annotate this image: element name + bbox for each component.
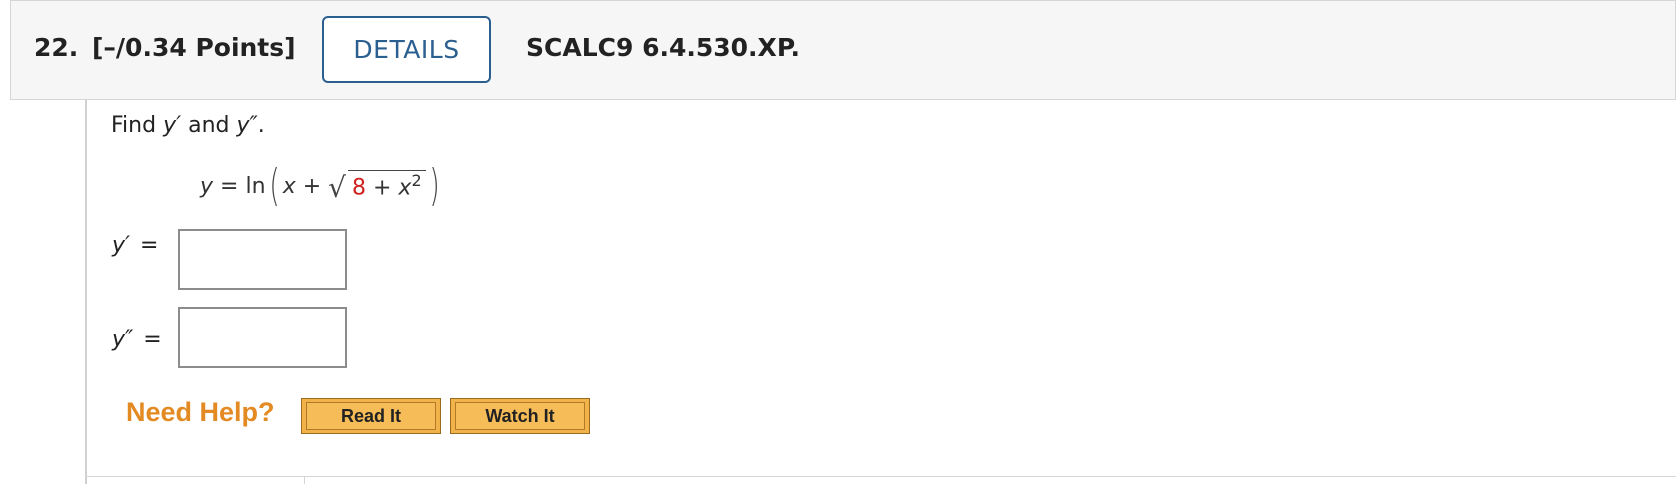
radicand-exponent: 2 [411,171,422,191]
y-double-prime-answer-input[interactable] [178,307,347,368]
answer-label-y-prime: y′ = [112,233,158,258]
answer-label-text: y″ [112,327,134,352]
details-button[interactable]: DETAILS [322,16,491,83]
radicand-constant: 8 [351,175,366,201]
prompt-period: . [257,113,265,138]
answer-label-y-double-prime: y″ = [112,327,162,352]
prompt-find: Find [111,113,157,138]
answer-label-text: y′ [112,233,131,258]
equation: y = ln ( x + √ 8 + x2 ) [200,164,443,208]
prompt-y-prime: y′ [163,113,182,138]
equation-lhs: y [200,173,214,199]
content-border-bottom [85,476,1676,477]
need-help-label: Need Help? [126,397,275,427]
watch-it-button[interactable]: Watch It [450,398,590,434]
equation-plus: + [295,173,329,199]
question-code: SCALC9 6.4.530.XP. [526,33,801,62]
equation-ln: ln [245,173,266,199]
left-paren: ( [268,160,280,211]
equation-x: x [282,173,296,199]
prompt-y-double-prime: y″ [236,113,258,138]
content-border-tick [304,476,305,484]
radical-icon: √ [328,170,346,204]
answer-equals: = [140,233,159,258]
read-it-label: Read It [306,402,436,430]
problem-prompt: Find y′ and y″. [111,113,265,138]
radicand-plus: + [365,175,399,201]
radicand: 8 + x2 [347,170,426,202]
points-label: [–/0.34 Points] [92,33,296,62]
watch-it-label: Watch It [455,402,585,430]
right-paren: ) [429,160,440,211]
content-border-left [85,100,87,484]
radicand-variable: x [398,175,412,201]
square-root: √ 8 + x2 [328,170,426,204]
prompt-and: and [188,113,230,138]
question-number: 22. [34,33,79,62]
answer-equals: = [143,327,162,352]
y-prime-answer-input[interactable] [178,229,347,290]
equation-equals: = [213,173,246,199]
read-it-button[interactable]: Read It [301,398,441,434]
